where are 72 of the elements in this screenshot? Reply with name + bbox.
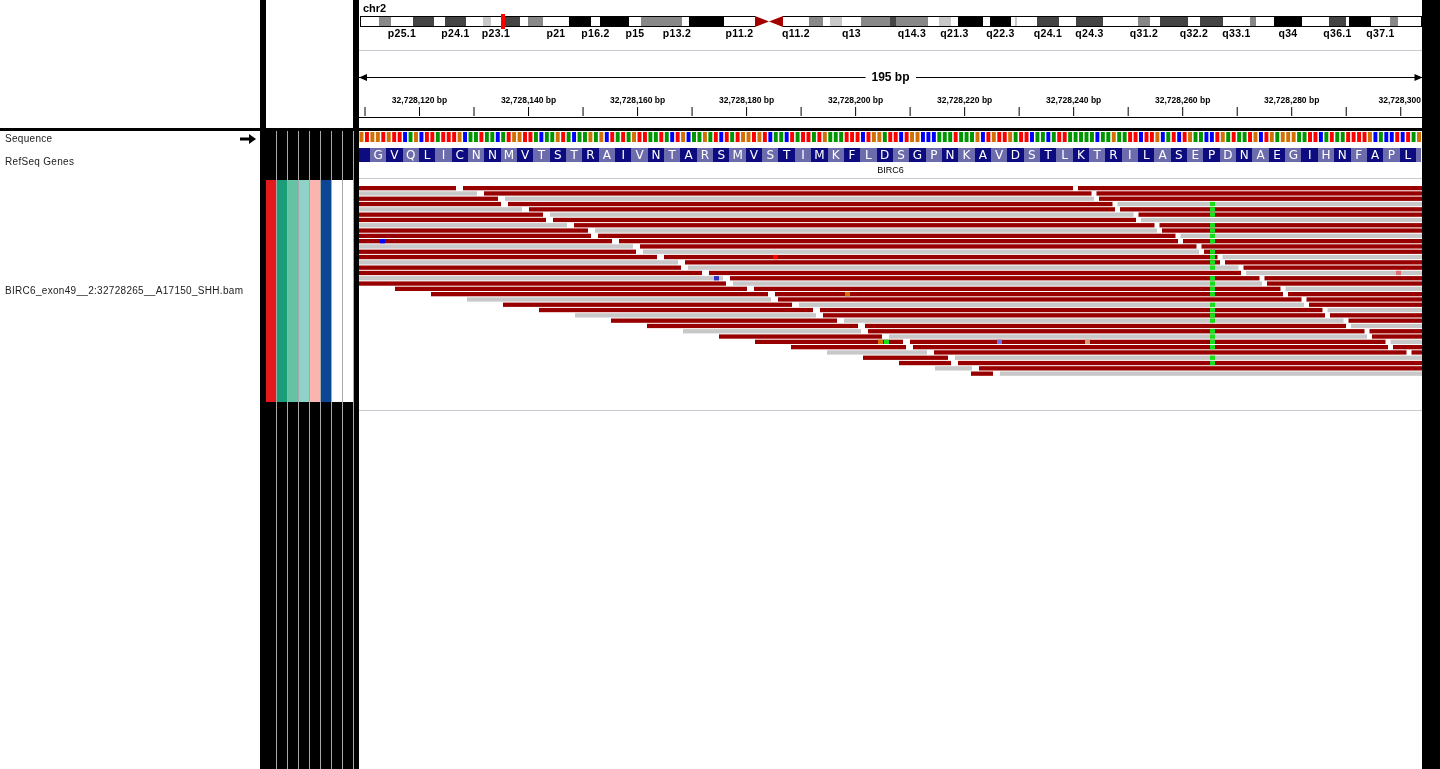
amino-acid: T bbox=[533, 148, 550, 162]
amino-acid: N bbox=[1236, 148, 1253, 162]
band-label: p25.1 bbox=[387, 28, 417, 39]
amino-acid: P bbox=[1383, 148, 1400, 162]
tick-label: 32,728,120 bp bbox=[391, 95, 448, 105]
amino-acid: T bbox=[778, 148, 795, 162]
tick-label: 32,728,200 bp bbox=[827, 95, 884, 105]
amino-acid: T bbox=[664, 148, 681, 162]
track-name[interactable]: RefSeq Genes bbox=[5, 156, 75, 168]
band-label: p13.2 bbox=[662, 28, 692, 39]
band-label: q34 bbox=[1278, 28, 1298, 39]
amino-acid: D bbox=[1007, 148, 1024, 162]
tick-label: 32,728,160 bp bbox=[609, 95, 666, 105]
chromosome-name: chr2 bbox=[363, 2, 387, 14]
tick-label: 32,728,280 bp bbox=[1264, 95, 1320, 105]
partial-codon bbox=[1415, 148, 1422, 162]
band-label: q22.3 bbox=[986, 28, 1015, 39]
amino-acid: A bbox=[1252, 148, 1269, 162]
amino-acid: A bbox=[680, 148, 697, 162]
amino-acid: K bbox=[958, 148, 975, 162]
tick-label: 32,728,180 bp bbox=[718, 95, 775, 105]
band-label: p21 bbox=[546, 28, 566, 39]
amino-acid: V bbox=[631, 148, 648, 162]
tick-label: 32,728,300 bbox=[1378, 95, 1421, 105]
band-label: q36.1 bbox=[1323, 28, 1352, 39]
band-label: q21.3 bbox=[940, 28, 969, 39]
tick-label: 32,728,220 bp bbox=[937, 95, 993, 105]
amino-acid: L bbox=[1056, 148, 1073, 162]
amino-acid: M bbox=[729, 148, 746, 162]
amino-acid: T bbox=[566, 148, 583, 162]
band-label: q37.1 bbox=[1366, 28, 1395, 39]
band-label: q14.3 bbox=[897, 28, 927, 39]
band-label: p23.1 bbox=[481, 28, 511, 39]
amino-acid: S bbox=[713, 148, 730, 162]
amino-acid: A bbox=[1154, 148, 1171, 162]
gene-label[interactable]: BIRC6 bbox=[877, 165, 904, 175]
band-label: p15 bbox=[625, 28, 645, 39]
right-arrow-icon[interactable] bbox=[240, 134, 256, 144]
amino-acid: E bbox=[1187, 148, 1204, 162]
amino-acid: I bbox=[435, 148, 452, 162]
band-label: q13 bbox=[842, 28, 861, 39]
band-label: q33.1 bbox=[1222, 28, 1251, 39]
amino-acid: R bbox=[582, 148, 599, 162]
band-label: p11.2 bbox=[725, 28, 754, 39]
band-label: p24.1 bbox=[441, 28, 470, 39]
amino-acid: I bbox=[1301, 148, 1318, 162]
band-label: q31.2 bbox=[1129, 28, 1159, 39]
band-label: q24.3 bbox=[1075, 28, 1104, 39]
tick-label: 32,728,260 bp bbox=[1155, 95, 1211, 105]
amino-acid: I bbox=[615, 148, 632, 162]
amino-acid: L bbox=[860, 148, 877, 162]
amino-acid: P bbox=[1203, 148, 1220, 162]
amino-acid: N bbox=[484, 148, 501, 162]
amino-acid: T bbox=[1089, 148, 1106, 162]
band-label: q24.1 bbox=[1033, 28, 1063, 39]
amino-acid: N bbox=[1334, 148, 1351, 162]
band-label: q32.2 bbox=[1179, 28, 1209, 39]
tick-label: 32,728,140 bp bbox=[500, 95, 557, 105]
amino-acid: G bbox=[909, 148, 926, 162]
track-name[interactable]: Sequence bbox=[5, 133, 53, 145]
partial-codon bbox=[359, 148, 370, 162]
amino-acid: V bbox=[386, 148, 403, 162]
band-label: q11.2 bbox=[782, 28, 810, 39]
amino-acid: G bbox=[1285, 148, 1302, 162]
amino-acid: R bbox=[1105, 148, 1122, 162]
track-name[interactable]: BIRC6_exon49__2:32728265__A17150_SHH.bam bbox=[5, 285, 244, 297]
amino-acid: S bbox=[762, 148, 779, 162]
span-label: 195 bp bbox=[871, 71, 910, 83]
band-label: p16.2 bbox=[581, 28, 610, 39]
amino-acid: M bbox=[811, 148, 828, 162]
amino-acid: L bbox=[1138, 148, 1155, 162]
tick-label: 32,728,240 bp bbox=[1046, 95, 1102, 105]
